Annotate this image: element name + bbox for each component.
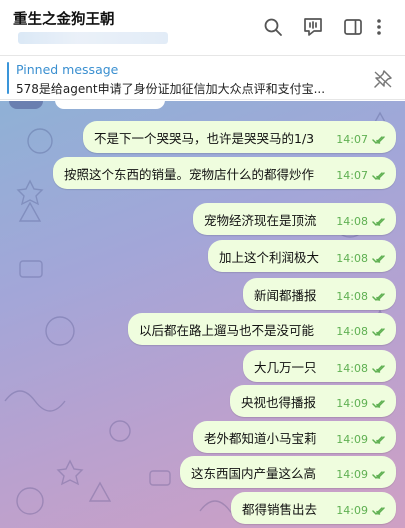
message-meta: 14:08 bbox=[336, 252, 388, 265]
message-bubble[interactable]: 新闻都播报 14:08 bbox=[243, 278, 396, 310]
double-check-icon bbox=[372, 171, 385, 180]
message-bubble[interactable]: 按照这个东西的销量。宠物店什么的都得炒作 14:07 bbox=[53, 157, 396, 189]
message-text: 加上这个利润极大 bbox=[219, 249, 320, 265]
message-meta: 14:08 bbox=[336, 215, 388, 228]
double-check-icon bbox=[372, 217, 385, 226]
message-meta: 14:09 bbox=[336, 433, 388, 446]
message-bubble[interactable]: 大几万一只 14:08 bbox=[243, 350, 396, 382]
double-check-icon bbox=[372, 364, 385, 373]
message-text: 宠物经济现在是顶流 bbox=[204, 212, 317, 228]
message-meta: 14:08 bbox=[336, 325, 388, 338]
pinned-indicator bbox=[7, 62, 9, 94]
message-text: 按照这个东西的销量。宠物店什么的都得炒作 bbox=[64, 166, 315, 182]
chat-header: 重生之金狗王朝 bbox=[0, 0, 405, 56]
pinned-message-bar[interactable]: Pinned message 578是给agent申请了身份证加征信加大众点评和… bbox=[0, 56, 405, 100]
message-time: 14:08 bbox=[336, 362, 368, 375]
double-check-icon bbox=[372, 254, 385, 263]
message-time: 14:09 bbox=[336, 397, 368, 410]
double-check-icon bbox=[372, 292, 385, 301]
message-bubble[interactable]: 这东西国内产量这么高 14:09 bbox=[180, 456, 396, 488]
message-text: 都得销售出去 bbox=[242, 501, 318, 517]
double-check-icon bbox=[372, 506, 385, 515]
message-time: 14:09 bbox=[336, 433, 368, 446]
message-bubble[interactable]: 宠物经济现在是顶流 14:08 bbox=[193, 203, 396, 235]
message-text: 大几万一只 bbox=[254, 359, 317, 375]
pinned-text: 578是给agent申请了身份证加征信加大众点评和支付宝... bbox=[16, 82, 326, 96]
message-bubble[interactable]: 都得销售出去 14:09 bbox=[231, 492, 396, 524]
message-meta: 14:09 bbox=[336, 397, 388, 410]
message-time: 14:09 bbox=[336, 468, 368, 481]
search-icon[interactable] bbox=[260, 14, 286, 40]
double-check-icon bbox=[372, 327, 385, 336]
double-check-icon bbox=[372, 470, 385, 479]
message-text: 这东西国内产量这么高 bbox=[191, 465, 317, 481]
pinned-label: Pinned message bbox=[16, 62, 119, 77]
message-bubble[interactable]: 央视也得播报 14:09 bbox=[230, 385, 396, 417]
message-meta: 14:07 bbox=[336, 133, 388, 146]
double-check-icon bbox=[372, 135, 385, 144]
message-text: 不是下一个哭哭马，也许是哭哭马的1/3 bbox=[94, 130, 315, 146]
double-check-icon bbox=[372, 435, 385, 444]
message-time: 14:08 bbox=[336, 252, 368, 265]
message-meta: 14:09 bbox=[336, 468, 388, 481]
avatar[interactable] bbox=[9, 101, 43, 109]
double-check-icon bbox=[372, 399, 385, 408]
message-meta: 14:07 bbox=[336, 169, 388, 182]
message-time: 14:09 bbox=[336, 504, 368, 517]
message-time: 14:07 bbox=[336, 133, 368, 146]
sidebar-icon[interactable] bbox=[340, 14, 366, 40]
message-meta: 14:09 bbox=[336, 504, 388, 517]
message-meta: 14:08 bbox=[336, 362, 388, 375]
message-text: 新闻都播报 bbox=[254, 287, 317, 303]
video-chat-icon[interactable] bbox=[300, 14, 326, 40]
chat-subtitle-redacted bbox=[18, 32, 168, 44]
more-icon[interactable] bbox=[366, 14, 392, 40]
message-bubble[interactable]: 老外都知道小马宝莉 14:09 bbox=[193, 421, 396, 453]
message-bubble[interactable]: 以后都在路上遛马也不是没可能 14:08 bbox=[128, 313, 396, 345]
message-time: 14:08 bbox=[336, 325, 368, 338]
message-text: 央视也得播报 bbox=[241, 394, 317, 410]
message-bubble[interactable]: 加上这个利润极大 14:08 bbox=[208, 240, 396, 272]
message-meta: 14:08 bbox=[336, 290, 388, 303]
chat-title[interactable]: 重生之金狗王朝 bbox=[13, 8, 115, 29]
message-text: 老外都知道小马宝莉 bbox=[204, 430, 317, 446]
message-bubble[interactable]: 不是下一个哭哭马，也许是哭哭马的1/3 14:07 bbox=[83, 121, 396, 153]
message-text: 以后都在路上遛马也不是没可能 bbox=[139, 322, 315, 338]
chat-area[interactable]: 不是下一个哭哭马，也许是哭哭马的1/3 14:07 按照这个东西的销量。宠物店什么的… bbox=[0, 101, 405, 528]
unpin-icon[interactable] bbox=[372, 68, 394, 90]
message-time: 14:08 bbox=[336, 290, 368, 303]
message-time: 14:07 bbox=[336, 169, 368, 182]
previous-message-fragment bbox=[55, 101, 165, 109]
message-time: 14:08 bbox=[336, 215, 368, 228]
